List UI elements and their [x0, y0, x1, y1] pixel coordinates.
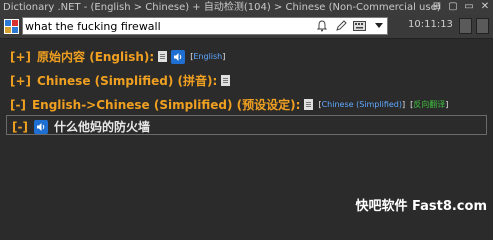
pin-icon[interactable]: ⊞: [432, 1, 442, 13]
collapse-toggle[interactable]: [-]: [12, 120, 28, 134]
chevron-down-icon[interactable]: [372, 19, 385, 33]
expand-toggle[interactable]: [+]: [10, 74, 31, 88]
restore-icon[interactable]: ▢: [448, 1, 458, 13]
entry-label: English->Chinese (Simplified) (预设设定):: [31, 98, 301, 112]
search-box[interactable]: [22, 17, 388, 35]
window-title: Dictionary .NET - (English > Chinese) + …: [3, 2, 441, 13]
target-language-link[interactable]: [Chinese (Simplified)]: [318, 100, 405, 109]
window-controls: ⊞ ▢ ▭ ✕: [432, 1, 490, 13]
document-icon[interactable]: [158, 51, 168, 62]
entry-label: Chinese (Simplified) (拼音):: [37, 74, 218, 88]
entry-translation: [-] English->Chinese (Simplified) (预设设定)…: [10, 96, 448, 113]
pen-icon[interactable]: [334, 19, 347, 33]
toolbar: 10:11:13: [0, 15, 493, 39]
title-bar: Dictionary .NET - (English > Chinese) + …: [0, 0, 493, 15]
search-input[interactable]: [25, 18, 325, 34]
bell-icon[interactable]: [315, 19, 328, 33]
clock-display: 10:11:13: [408, 19, 453, 30]
target-language-link-text[interactable]: Chinese (Simplified): [322, 100, 402, 109]
document-icon[interactable]: [221, 75, 231, 86]
panel-button-2[interactable]: [476, 18, 489, 34]
language-link-text[interactable]: English: [193, 52, 222, 61]
minimize-icon[interactable]: ▭: [464, 1, 474, 13]
toolbar-right-buttons: [459, 18, 489, 34]
app-logo-icon[interactable]: [4, 19, 19, 34]
speaker-icon[interactable]: [33, 119, 48, 134]
collapse-toggle[interactable]: [-]: [10, 98, 26, 112]
translation-text: 什么他妈的防火墙: [53, 120, 150, 134]
document-icon[interactable]: [304, 99, 314, 110]
close-icon[interactable]: ✕: [480, 1, 490, 13]
translation-result: [-] 什么他妈的防火墙: [6, 115, 487, 135]
reverse-translate-link-text[interactable]: 反向翻译: [413, 100, 445, 109]
language-link[interactable]: [English]: [190, 52, 225, 61]
keyboard-icon[interactable]: [353, 19, 366, 33]
expand-toggle[interactable]: [+]: [10, 50, 31, 64]
reverse-translate-link[interactable]: [反向翻译]: [410, 99, 448, 110]
entry-source: [+] 原始内容 (English): [English]: [10, 48, 225, 65]
panel-button-1[interactable]: [459, 18, 472, 34]
speaker-icon[interactable]: [171, 49, 186, 64]
entry-label: 原始内容 (English):: [37, 50, 155, 64]
watermark: 快吧软件 Fast8.com: [355, 199, 487, 214]
entry-pinyin: [+] Chinese (Simplified) (拼音):: [10, 72, 231, 89]
